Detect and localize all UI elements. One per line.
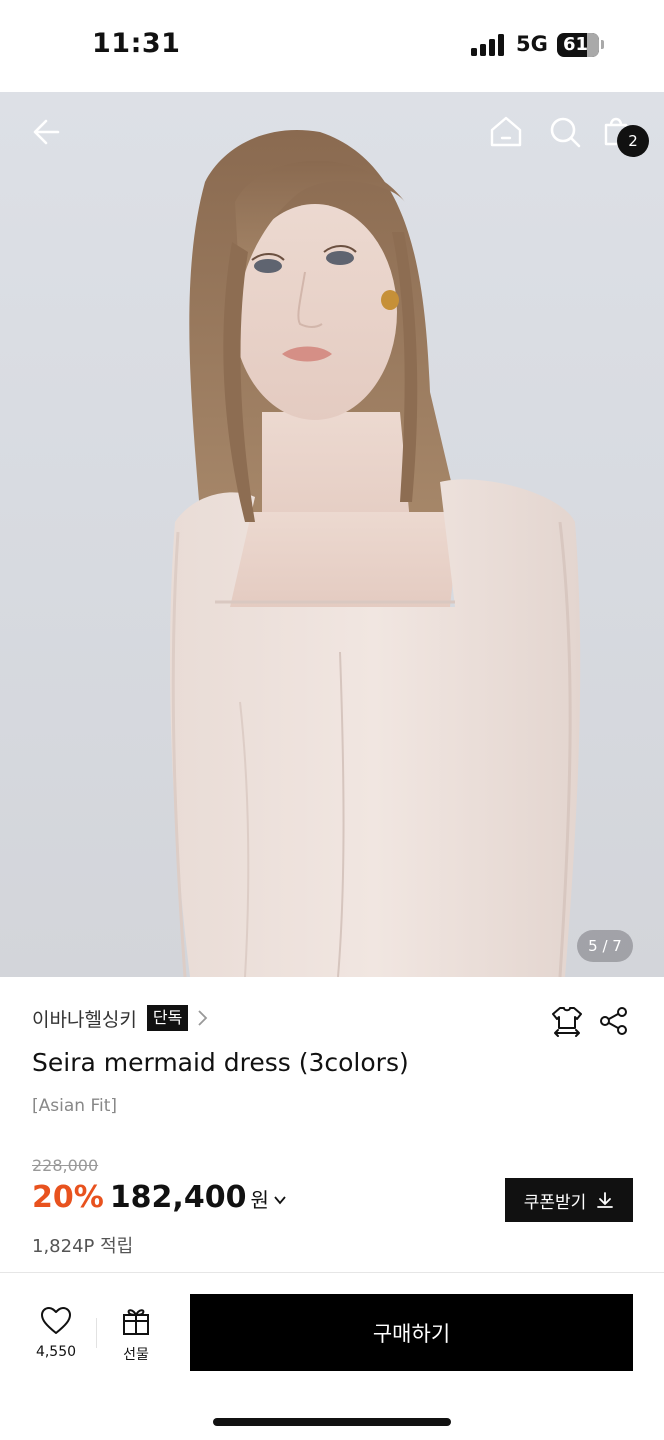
battery-tip: [601, 40, 604, 49]
exclusive-badge: 단독: [146, 1005, 189, 1031]
battery-icon: 61: [557, 33, 599, 57]
original-price: 228,000: [32, 1156, 99, 1175]
like-button[interactable]: 4,550: [26, 1306, 86, 1366]
reward-points: 1,824P 적립: [32, 1236, 134, 1257]
heart-icon: [41, 1307, 71, 1334]
size-guide-icon: [552, 1007, 582, 1037]
network-label: 5G: [516, 32, 548, 56]
buy-label: 구매하기: [372, 1321, 451, 1346]
gift-icon: [123, 1309, 149, 1335]
currency-unit: 원: [250, 1188, 269, 1212]
fit-note: [Asian Fit]: [32, 1096, 117, 1116]
arrow-left-icon: [33, 119, 60, 145]
battery-level: 61: [563, 34, 589, 55]
share-icon: [600, 1007, 627, 1035]
home-icon: [490, 116, 522, 147]
price-row[interactable]: 20% 182,400 원: [32, 1180, 287, 1215]
signal-icon: [471, 34, 507, 56]
cart-count-badge: 2: [617, 125, 649, 157]
vertical-divider: [96, 1318, 97, 1348]
status-time: 11:31: [92, 28, 181, 59]
back-button[interactable]: [26, 110, 70, 154]
discount-rate: 20%: [32, 1180, 104, 1215]
gift-button[interactable]: 선물: [108, 1306, 164, 1366]
image-counter: 5 / 7: [577, 930, 633, 962]
product-title: Seira mermaid dress (3colors): [32, 1048, 409, 1077]
home-indicator: [213, 1418, 451, 1426]
divider: [0, 1272, 664, 1273]
chevron-right-icon: [198, 1010, 208, 1026]
product-photo: [170, 130, 581, 977]
size-guide-button[interactable]: [550, 1004, 584, 1038]
share-button[interactable]: [599, 1006, 629, 1036]
gift-label: 선물: [123, 1347, 149, 1363]
chevron-down-icon: [274, 1196, 286, 1205]
brand-name: 이바나헬싱키: [32, 1008, 137, 1031]
home-button[interactable]: [484, 110, 528, 154]
coupon-download-button[interactable]: 쿠폰받기: [505, 1178, 633, 1222]
download-icon: [597, 1192, 614, 1208]
search-icon: [550, 117, 581, 148]
buy-button[interactable]: 구매하기: [190, 1294, 633, 1371]
coupon-label: 쿠폰받기: [523, 1192, 587, 1213]
sale-price: 182,400: [109, 1180, 247, 1215]
status-bar: 11:31 5G 61: [0, 0, 664, 92]
like-count: 4,550: [35, 1344, 77, 1360]
brand-link[interactable]: 이바나헬싱키 단독: [32, 1003, 210, 1033]
search-button[interactable]: [543, 110, 587, 154]
product-image-carousel[interactable]: 2 5 / 7: [0, 92, 664, 977]
